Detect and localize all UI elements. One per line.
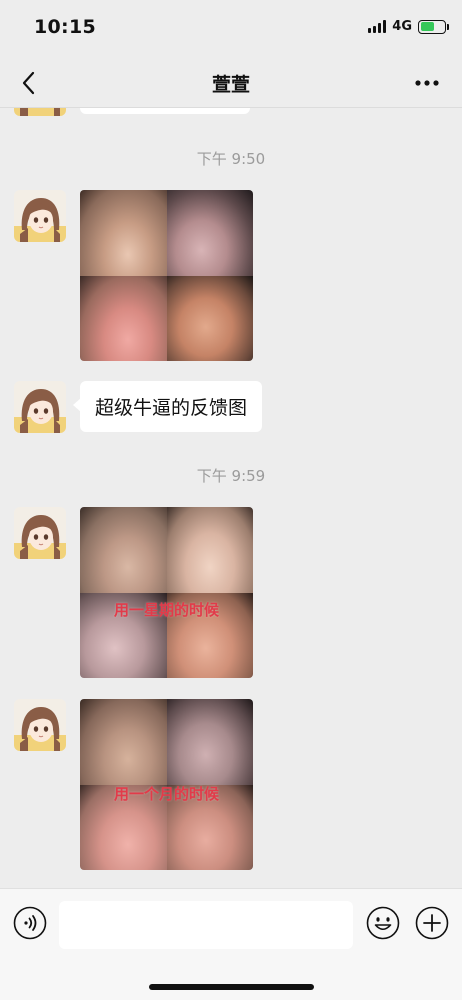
image-caption: 用一个月的时候 [113,785,219,803]
photo-quadrant [80,275,167,361]
chat-area[interactable]: 下午 9:50 超级牛逼的反馈图 下午 9:59 用一星期的时候 用一个月的时候 [0,108,462,888]
image-caption: 用一星期的时候 [113,601,219,619]
more-button[interactable] [410,66,444,100]
avatar[interactable] [14,381,66,433]
chat-title: 萱萱 [211,74,250,96]
photo-quadrant [166,699,253,785]
status-bar: 10:15 4G [0,0,462,58]
battery-level [420,22,435,31]
photo-quadrant [166,190,253,276]
message-bubble[interactable] [80,108,250,114]
signal-icon [368,20,387,33]
avatar[interactable] [14,507,66,559]
status-time: 10:15 [34,16,96,38]
input-bar [0,888,462,1000]
more-horizontal-icon [415,80,439,86]
image-message[interactable]: 用一星期的时候 [80,507,253,678]
avatar[interactable] [14,190,66,242]
image-message[interactable] [80,190,253,361]
avatar-image [14,190,66,242]
photo-quadrant [166,275,253,361]
timestamp: 下午 9:50 [196,150,266,168]
network-label: 4G [392,19,412,34]
battery-icon [418,19,449,34]
message-input[interactable] [59,901,353,949]
status-indicators: 4G [368,19,449,34]
plus-circle-icon [415,906,449,940]
avatar[interactable] [14,699,66,751]
more-actions-button[interactable] [415,906,449,940]
photo-quadrant [80,507,167,593]
timestamp: 下午 9:59 [196,467,266,485]
avatar-image [14,108,66,116]
photo-quadrant [166,507,253,593]
avatar-image [14,381,66,433]
photo-quadrant [80,699,167,785]
home-indicator[interactable] [149,984,314,990]
emoji-button[interactable] [366,906,400,940]
avatar[interactable] [14,108,66,116]
message-bubble[interactable]: 超级牛逼的反馈图 [72,381,263,432]
avatar-image [14,699,66,751]
avatar-image [14,507,66,559]
photo-quadrant [80,190,167,276]
nav-bar: 萱萱 [0,58,462,108]
voice-button[interactable] [13,906,47,940]
image-message[interactable]: 用一个月的时候 [80,699,253,870]
voice-icon [13,906,47,940]
emoji-icon [366,906,400,940]
